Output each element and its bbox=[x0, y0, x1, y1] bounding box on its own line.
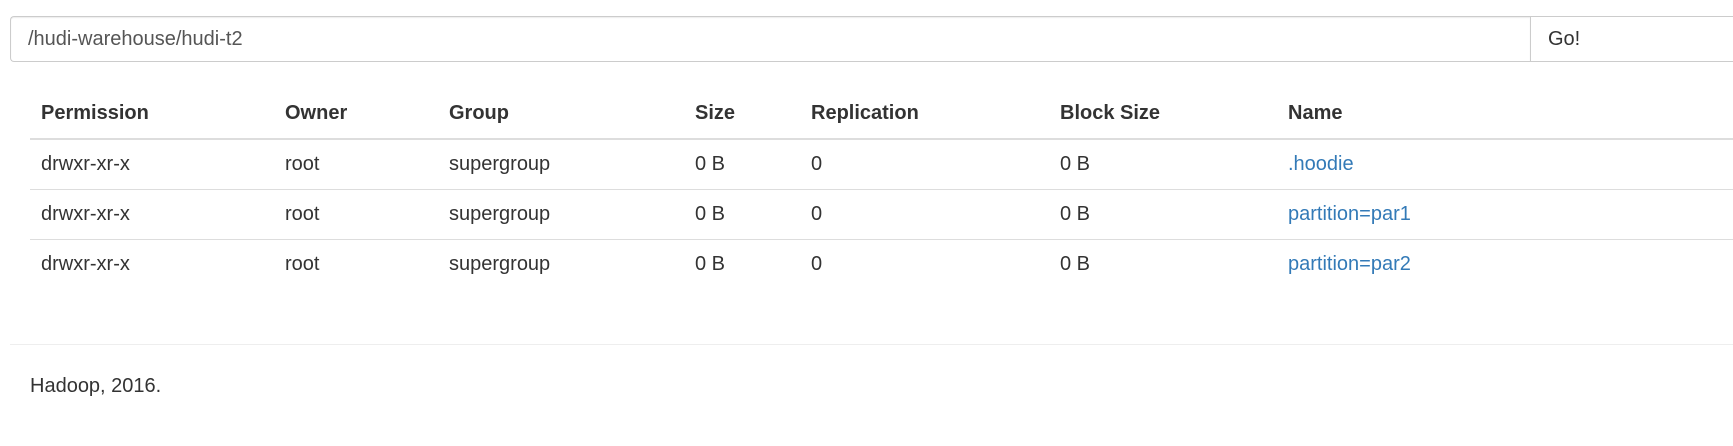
table-body: drwxr-xr-x root supergroup 0 B 0 0 B .ho… bbox=[30, 139, 1733, 289]
table-row: drwxr-xr-x root supergroup 0 B 0 0 B par… bbox=[30, 238, 1733, 289]
file-listing-table: Permission Owner Group Size Replication … bbox=[30, 88, 1733, 289]
table-header: Permission Owner Group Size Replication … bbox=[30, 88, 1733, 140]
cell-replication: 0 bbox=[811, 152, 823, 175]
cell-name: .hoodie bbox=[1277, 139, 1733, 189]
footer-text: Hadoop, 2016. bbox=[30, 375, 162, 397]
cell-group: supergroup bbox=[449, 152, 551, 175]
cell-owner: root bbox=[285, 152, 320, 175]
cell-replication: 0 bbox=[800, 188, 1049, 239]
cell-name: partition=par1 bbox=[1277, 188, 1733, 239]
cell-name: partition=par2 bbox=[1277, 238, 1733, 289]
table-row: drwxr-xr-x root supergroup 0 B 0 0 B .ho… bbox=[30, 139, 1733, 189]
header-size[interactable]: Size bbox=[684, 88, 800, 140]
cell-group: supergroup bbox=[438, 238, 684, 289]
cell-group: supergroup bbox=[438, 188, 684, 239]
go-button[interactable]: Go! bbox=[1530, 16, 1733, 62]
cell-size: 0 B bbox=[684, 188, 800, 239]
cell-permission: drwxr-xr-x bbox=[30, 238, 274, 289]
path-input[interactable] bbox=[10, 16, 1530, 62]
cell-block-size: 0 B bbox=[1049, 188, 1277, 239]
cell-size: 0 B bbox=[684, 238, 800, 289]
cell-block-size: 0 B bbox=[1060, 152, 1091, 175]
directory-link[interactable]: partition=par2 bbox=[1288, 253, 1411, 275]
cell-owner: root bbox=[274, 188, 438, 239]
cell-block-size: 0 B bbox=[1049, 238, 1277, 289]
header-block-size[interactable]: Block Size bbox=[1049, 88, 1277, 140]
header-replication[interactable]: Replication bbox=[800, 88, 1049, 140]
cell-owner: root bbox=[274, 238, 438, 289]
footer-divider bbox=[10, 344, 1733, 345]
header-owner[interactable]: Owner bbox=[274, 88, 438, 140]
cell-size: 0 B bbox=[695, 152, 726, 175]
cell-permission: drwxr-xr-x bbox=[41, 152, 130, 175]
cell-permission: drwxr-xr-x bbox=[30, 188, 274, 239]
header-name[interactable]: Name bbox=[1277, 88, 1733, 140]
hdfs-browser-page: Go! Permission Owner Group Size Replicat… bbox=[0, 0, 1733, 446]
directory-link[interactable]: .hoodie bbox=[1288, 153, 1354, 175]
header-group[interactable]: Group bbox=[438, 88, 684, 140]
header-permission[interactable]: Permission bbox=[30, 88, 274, 140]
cell-replication: 0 bbox=[800, 238, 1049, 289]
table-row: drwxr-xr-x root supergroup 0 B 0 0 B par… bbox=[30, 188, 1733, 239]
path-bar: Go! bbox=[10, 16, 1733, 62]
directory-link[interactable]: partition=par1 bbox=[1288, 203, 1411, 225]
header-row: Permission Owner Group Size Replication … bbox=[30, 88, 1733, 140]
